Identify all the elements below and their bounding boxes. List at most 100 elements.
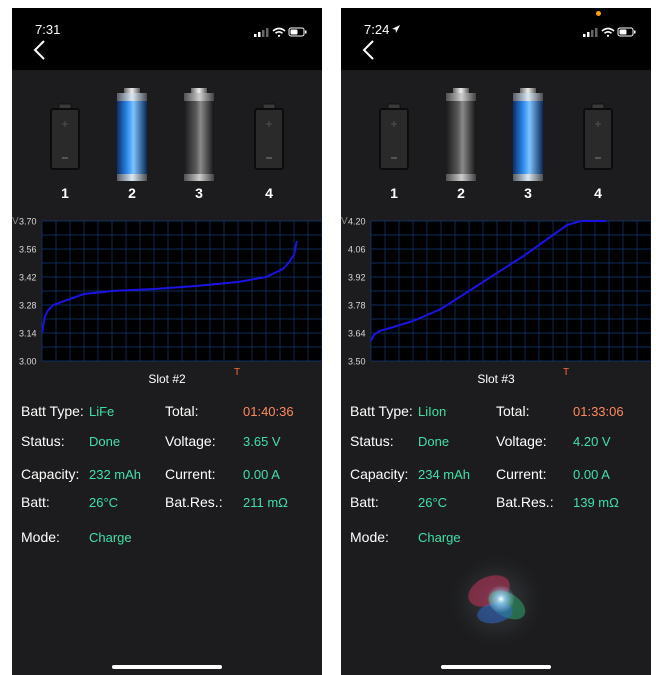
info-panel: Batt Type: LiFe Total: 01:40:36 Status: … [12,393,322,553]
battery-slots: + 1 2 3 + 4 [341,88,651,203]
home-indicator[interactable] [112,665,222,669]
t-axis-label: T [234,367,240,378]
y-tick-label: 4.06 [348,245,366,255]
svg-text:+: + [61,117,68,131]
capacity-value: 232 mAh [89,467,142,482]
y-tick-label: 4.20 [348,217,366,227]
slot-1-empty-battery-icon[interactable]: + [45,88,85,188]
slot-2-gray-battery-icon[interactable] [441,88,481,188]
battery-status-icon [288,27,307,37]
batt-type-label: Batt Type: [21,403,84,419]
voltage-label: Voltage: [165,433,216,449]
slot-3-blue-battery-icon[interactable] [508,88,548,188]
svg-text:+: + [594,117,601,131]
status-icons [583,27,636,37]
t-axis-label: T [563,367,569,378]
navigation-bar: 7:24 [341,8,651,70]
chart-title: Slot #3 [477,372,515,385]
batt-type-value: LiIon [418,404,447,419]
status-icons [254,27,307,37]
batt-temp-value: 26°C [89,495,119,510]
slot-number: 1 [390,185,398,201]
grid [370,220,651,362]
y-tick-label: 3.56 [19,245,37,255]
current-label: Current: [165,466,216,482]
current-label: Current: [496,466,547,482]
battery-slots: + 1 2 3 + 4 [12,88,322,203]
y-tick-label: 3.28 [19,301,37,311]
slot-2-blue-battery-icon[interactable] [112,88,152,188]
status-time: 7:31 [35,22,61,37]
voltage-value: 4.20 V [573,434,611,449]
siri-orb-icon[interactable] [449,553,545,649]
y-unit-label: V [12,216,19,227]
status-label: Status: [21,433,65,449]
slot-number: 3 [195,185,203,201]
current-value: 0.00 A [573,467,610,482]
back-chevron-icon[interactable] [359,38,381,60]
slot-4-empty-battery-icon[interactable]: + [249,88,289,188]
info-panel: Batt Type: LiIon Total: 01:33:06 Status:… [341,393,651,553]
y-tick-label: 3.14 [19,329,37,339]
y-tick-label: 3.78 [348,301,366,311]
total-value: 01:33:06 [573,404,624,419]
slot-number: 2 [457,185,465,201]
mic-indicator-dot [596,11,601,16]
status-value: Done [418,434,450,449]
mode-value: Charge [89,530,132,545]
home-indicator[interactable] [441,665,551,669]
y-tick-label: 3.42 [19,273,37,283]
y-unit-label: V [341,216,348,227]
batt-type-value: LiFe [89,404,115,419]
voltage-chart: V 3.70 3.56 3.42 3.28 3.14 3.00 T Slot #2 [12,216,322,385]
y-tick-label: 3.70 [19,217,37,227]
status-label: Status: [350,433,394,449]
voltage-value: 3.65 V [243,434,281,449]
mode-value: Charge [418,530,461,545]
slot-number: 2 [128,185,136,201]
capacity-value: 234 mAh [418,467,471,482]
bat-res-value: 139 mΩ [573,495,619,510]
capacity-label: Capacity: [21,466,80,482]
grid [41,220,322,362]
batt-type-label: Batt Type: [350,403,413,419]
slot-number: 4 [265,185,273,201]
total-value: 01:40:36 [243,404,294,419]
y-tick-label: 3.50 [348,357,366,367]
y-tick-label: 3.92 [348,273,366,283]
y-tick-label: 3.64 [348,329,366,339]
capacity-label: Capacity: [350,466,409,482]
bat-res-label: Bat.Res.: [165,494,223,510]
slot-4-empty-battery-icon[interactable]: + [578,88,618,188]
battery-status-icon [617,27,636,37]
status-time: 7:24 [364,22,390,37]
batt-temp-value: 26°C [418,495,448,510]
signal-icon [583,28,598,37]
wifi-icon [272,27,286,37]
total-label: Total: [165,403,199,419]
signal-icon [254,28,269,37]
chart-title: Slot #2 [148,372,186,385]
slot-1-empty-battery-icon[interactable]: + [374,88,414,188]
y-tick-label: 3.00 [19,357,37,367]
location-arrow-icon [392,25,400,33]
wifi-icon [601,27,615,37]
slot-number: 3 [524,185,532,201]
mode-label: Mode: [21,529,60,545]
svg-text:+: + [265,117,272,131]
bat-res-label: Bat.Res.: [496,494,554,510]
total-label: Total: [496,403,530,419]
bat-res-value: 211 mΩ [243,495,288,510]
mode-label: Mode: [350,529,389,545]
current-value: 0.00 A [243,467,280,482]
screen-right: 7:24 + 1 2 3 + 4 V 4.20 4.06 3.92 3.78 3… [341,8,651,675]
batt-label: Batt: [350,494,379,510]
voltage-label: Voltage: [496,433,547,449]
back-chevron-icon[interactable] [30,38,52,60]
slot-number: 1 [61,185,69,201]
slot-3-gray-battery-icon[interactable] [179,88,219,188]
slot-number: 4 [594,185,602,201]
svg-text:+: + [390,117,397,131]
screen-left: 7:31 + 1 2 3 + 4 V 3.70 3.56 3.42 3.28 3… [12,8,322,675]
navigation-bar: 7:31 [12,8,322,70]
